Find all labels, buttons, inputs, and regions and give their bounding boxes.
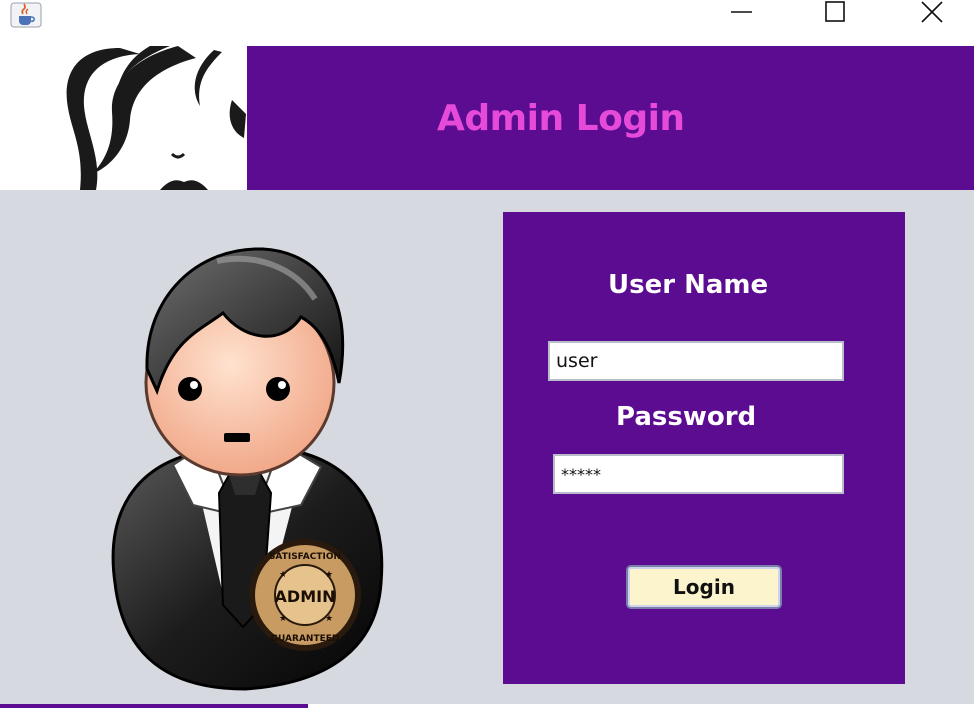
- username-label: User Name: [608, 270, 769, 300]
- svg-text:★: ★: [325, 614, 333, 624]
- page-title: Admin Login: [437, 98, 685, 139]
- close-icon: [921, 1, 943, 23]
- badge-top-text: SATISFACTION: [269, 552, 341, 562]
- login-button[interactable]: Login: [626, 565, 782, 609]
- svg-text:★: ★: [325, 570, 333, 580]
- woman-face-logo: [0, 46, 246, 190]
- minimize-button[interactable]: [716, 0, 766, 28]
- bottom-accent-strip: [0, 704, 308, 708]
- badge-bottom-text: GUARANTEED: [271, 634, 340, 644]
- close-button[interactable]: [908, 0, 958, 28]
- svg-text:★: ★: [279, 570, 287, 580]
- woman-face-logo-icon: [66, 46, 246, 190]
- admin-avatar-icon: ADMIN SATISFACTION GUARANTEED ★ ★ ★ ★: [111, 247, 384, 691]
- password-label: Password: [616, 402, 757, 432]
- username-input[interactable]: [548, 341, 844, 381]
- header-banner: Admin Login: [247, 46, 974, 190]
- login-form-panel: User Name Password Login: [503, 212, 905, 684]
- svg-text:★: ★: [279, 614, 287, 624]
- window-titlebar: [0, 0, 974, 46]
- password-input[interactable]: [553, 454, 844, 494]
- badge-center-text: ADMIN: [275, 587, 336, 606]
- maximize-button[interactable]: [810, 0, 860, 28]
- maximize-icon: [825, 1, 845, 22]
- java-cup-icon[interactable]: [10, 2, 42, 28]
